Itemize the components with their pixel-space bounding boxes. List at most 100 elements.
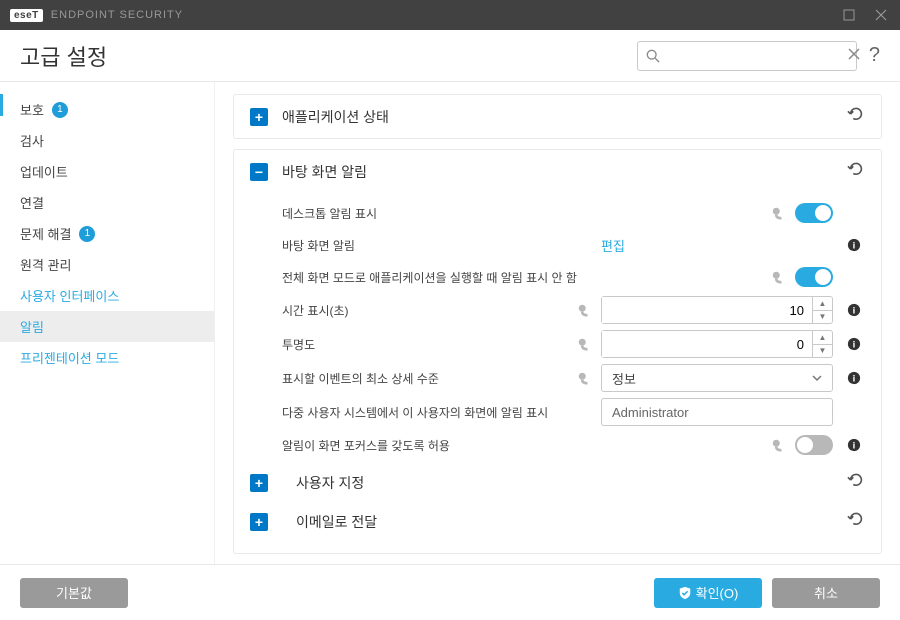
expand-icon: +	[250, 513, 268, 531]
chevron-down-icon	[812, 373, 822, 383]
revert-button[interactable]	[847, 105, 865, 128]
setting-label: 전체 화면 모드로 애플리케이션을 실행할 때 알림 표시 안 함	[282, 269, 771, 286]
spin-up[interactable]: ▲	[813, 331, 832, 345]
verbosity-select[interactable]: 정보	[601, 364, 833, 392]
search-icon	[646, 49, 660, 63]
info-icon[interactable]: i	[843, 438, 865, 452]
sidebar-item-update[interactable]: 업데이트	[0, 156, 214, 187]
subpanel-email[interactable]: + 이메일로 전달	[250, 500, 865, 539]
transparency-input[interactable]: ▲▼	[601, 330, 833, 358]
sidebar-label: 연결	[20, 193, 44, 212]
revert-button[interactable]	[847, 471, 865, 494]
content-area: + 애플리케이션 상태 − 바탕 화면 알림 데스크톱 알림 표시	[215, 82, 900, 564]
setting-label: 바탕 화면 알림	[282, 237, 601, 254]
lock-icon	[771, 206, 785, 220]
row-timeout: 시간 표시(초) ▲▼ i	[282, 293, 865, 327]
sidebar-label: 프리젠테이션 모드	[20, 348, 119, 367]
ok-button[interactable]: 확인(O)	[654, 578, 762, 608]
setting-label: 데스크톱 알림 표시	[282, 205, 771, 222]
minimize-button[interactable]	[840, 6, 858, 24]
toggle-switch[interactable]	[795, 435, 833, 455]
row-fullscreen-suppress: 전체 화면 모드로 애플리케이션을 실행할 때 알림 표시 안 함	[282, 261, 865, 293]
setting-label: 다중 사용자 시스템에서 이 사용자의 화면에 알림 표시	[282, 404, 601, 421]
spin-down[interactable]: ▼	[813, 311, 832, 324]
svg-text:i: i	[853, 374, 856, 385]
info-icon[interactable]: i	[843, 337, 865, 351]
page-title: 고급 설정	[20, 40, 637, 72]
panel-header[interactable]: + 애플리케이션 상태	[234, 95, 881, 138]
button-label: 확인(O)	[696, 583, 739, 602]
edit-link[interactable]: 편집	[601, 236, 625, 255]
info-icon[interactable]: i	[843, 238, 865, 252]
panel-header[interactable]: − 바탕 화면 알림	[234, 150, 881, 193]
panel-title: 이메일로 전달	[296, 512, 847, 532]
panel-desktop-notifications: − 바탕 화면 알림 데스크톱 알림 표시 바탕 화면 알림 편집 i	[233, 149, 882, 554]
expand-icon: +	[250, 108, 268, 126]
badge: 1	[52, 102, 68, 118]
lock-icon	[577, 303, 591, 317]
collapse-icon: −	[250, 163, 268, 181]
footer: 기본값 확인(O) 취소	[0, 564, 900, 620]
clear-search-button[interactable]	[848, 47, 860, 65]
sidebar-label: 알림	[20, 317, 44, 336]
setting-label: 알림이 화면 포커스를 갖도록 허용	[282, 437, 771, 454]
sidebar: 보호 1 검사 업데이트 연결 문제 해결 1 원격 관리 사용자 인터페이스 …	[0, 82, 215, 564]
spin-up[interactable]: ▲	[813, 297, 832, 311]
setting-label: 투명도	[282, 336, 577, 353]
svg-text:i: i	[853, 241, 856, 252]
sidebar-item-presentation[interactable]: 프리젠테이션 모드	[0, 342, 214, 373]
help-button[interactable]: ?	[869, 44, 880, 67]
brand-logo: eseT	[10, 9, 43, 22]
revert-button[interactable]	[847, 160, 865, 183]
row-desktop-notify-edit: 바탕 화면 알림 편집 i	[282, 229, 865, 261]
sidebar-item-protection[interactable]: 보호 1	[0, 94, 214, 125]
info-icon[interactable]: i	[843, 371, 865, 385]
row-multiuser: 다중 사용자 시스템에서 이 사용자의 화면에 알림 표시	[282, 395, 865, 429]
sidebar-item-notifications[interactable]: 알림	[0, 311, 214, 342]
shield-icon	[678, 586, 692, 600]
toggle-switch[interactable]	[795, 267, 833, 287]
setting-label: 시간 표시(초)	[282, 302, 577, 319]
svg-text:i: i	[853, 441, 856, 452]
expand-icon: +	[250, 474, 268, 492]
panel-app-status: + 애플리케이션 상태	[233, 94, 882, 139]
sidebar-item-scan[interactable]: 검사	[0, 125, 214, 156]
sidebar-label: 문제 해결	[20, 224, 71, 243]
subpanel-custom[interactable]: + 사용자 지정	[250, 461, 865, 500]
default-button[interactable]: 기본값	[20, 578, 128, 608]
info-icon[interactable]: i	[843, 303, 865, 317]
search-input[interactable]	[666, 48, 842, 63]
lock-icon	[771, 438, 785, 452]
row-focus: 알림이 화면 포커스를 갖도록 허용 i	[282, 429, 865, 461]
row-show-desktop-notify: 데스크톱 알림 표시	[282, 197, 865, 229]
panel-title: 사용자 지정	[296, 473, 847, 493]
row-transparency: 투명도 ▲▼ i	[282, 327, 865, 361]
sidebar-item-ui[interactable]: 사용자 인터페이스	[0, 280, 214, 311]
sidebar-label: 사용자 인터페이스	[20, 286, 119, 305]
transparency-field[interactable]	[602, 331, 812, 357]
close-button[interactable]	[872, 6, 890, 24]
multiuser-field[interactable]	[601, 398, 833, 426]
panel-title: 애플리케이션 상태	[282, 107, 847, 127]
sidebar-item-connection[interactable]: 연결	[0, 187, 214, 218]
timeout-field[interactable]	[602, 297, 812, 323]
product-name: ENDPOINT SECURITY	[51, 9, 840, 21]
cancel-button[interactable]: 취소	[772, 578, 880, 608]
revert-button[interactable]	[847, 510, 865, 533]
timeout-input[interactable]: ▲▼	[601, 296, 833, 324]
svg-text:i: i	[853, 340, 856, 351]
search-box[interactable]	[637, 41, 857, 71]
sidebar-item-troubleshoot[interactable]: 문제 해결 1	[0, 218, 214, 249]
sidebar-label: 업데이트	[20, 162, 68, 181]
badge: 1	[79, 226, 95, 242]
row-verbosity: 표시할 이벤트의 최소 상세 수준 정보 i	[282, 361, 865, 395]
panel-title: 바탕 화면 알림	[282, 162, 847, 182]
titlebar: eseT ENDPOINT SECURITY	[0, 0, 900, 30]
toggle-switch[interactable]	[795, 203, 833, 223]
spin-down[interactable]: ▼	[813, 345, 832, 358]
sidebar-label: 검사	[20, 131, 44, 150]
sidebar-item-remote[interactable]: 원격 관리	[0, 249, 214, 280]
sidebar-label: 원격 관리	[20, 255, 71, 274]
lock-icon	[577, 371, 591, 385]
header: 고급 설정 ?	[0, 30, 900, 82]
